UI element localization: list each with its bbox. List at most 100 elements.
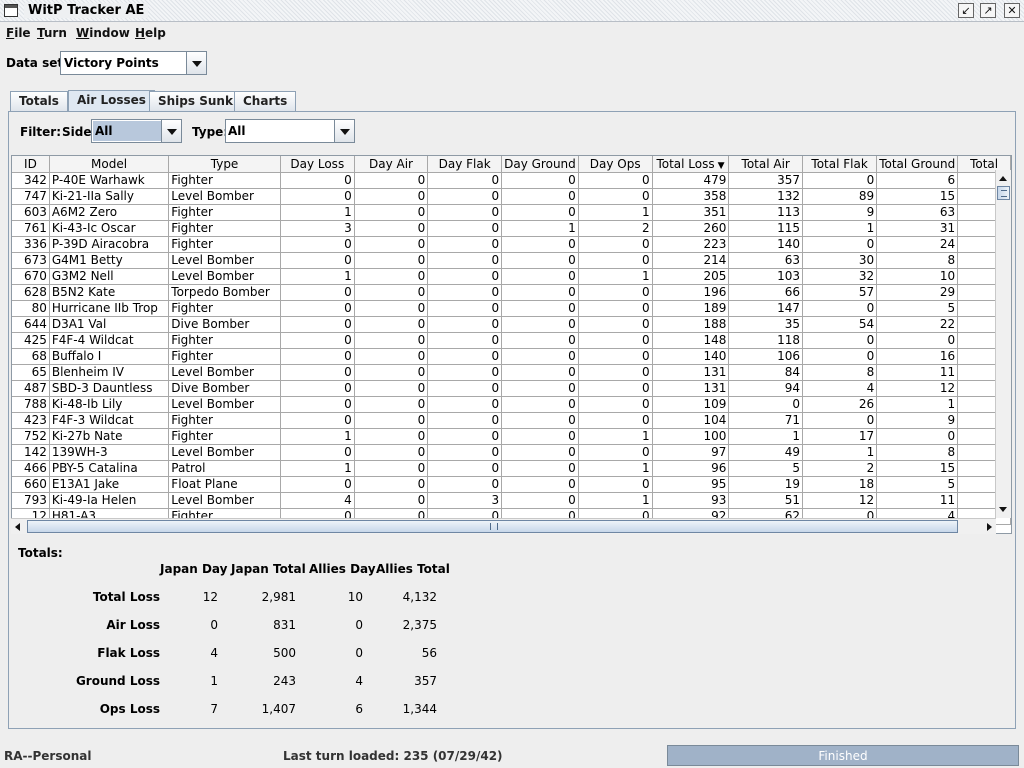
table-row[interactable]: 628 B5N2 Kate Torpedo Bomber 0 0 0 0 0 196 66 57 29: [12, 284, 1011, 301]
cell-model: F4F-3 Wildcat: [49, 412, 170, 429]
tab-totals[interactable]: Totals: [10, 91, 68, 112]
cell-day-air: 0: [354, 428, 429, 445]
cell-type: Fighter: [168, 220, 281, 237]
dataset-select[interactable]: Victory Points: [60, 51, 207, 75]
cell-day-flak: 0: [427, 316, 503, 333]
table-row[interactable]: 466 PBY-5 Catalina Patrol 1 0 0 0 1 96 5 2 15: [12, 460, 1011, 477]
table-row[interactable]: 423 F4F-3 Wildcat Fighter 0 0 0 0 0 104 71 0 9: [12, 412, 1011, 429]
tab-ships-sunk[interactable]: Ships Sunk: [149, 91, 242, 112]
horizontal-scrollbar[interactable]: [11, 518, 996, 534]
table-row[interactable]: 342 P-40E Warhawk Fighter 0 0 0 0 0 479 357 0 6: [12, 172, 1011, 189]
cell-total-ground: 15: [876, 188, 959, 205]
cell-total-flak: 17: [802, 428, 878, 445]
cell-day-flak: 0: [427, 204, 503, 221]
menu-help[interactable]: Help: [135, 26, 166, 40]
column-header-model[interactable]: Model: [49, 156, 170, 173]
scroll-up-icon[interactable]: [999, 176, 1007, 181]
cell-day-flak: 0: [427, 188, 503, 205]
table-row[interactable]: 68 Buffalo I Fighter 0 0 0 0 0 140 106 0 16: [12, 348, 1011, 365]
table-row[interactable]: 336 P-39D Airacobra Fighter 0 0 0 0 0 223 140 0 24: [12, 236, 1011, 253]
cell-total-loss: 479: [652, 172, 730, 189]
cell-day-ops: 1: [578, 460, 653, 477]
cell-id: 670: [12, 268, 50, 285]
table-row[interactable]: 673 G4M1 Betty Level Bomber 0 0 0 0 0 214 63 30 8: [12, 252, 1011, 269]
column-header-total-flak[interactable]: Total Flak: [802, 156, 878, 173]
table-row[interactable]: 425 F4F-4 Wildcat Fighter 0 0 0 0 0 148 118 0 0: [12, 332, 1011, 349]
cell-type: Level Bomber: [168, 444, 281, 461]
table-row[interactable]: 80 Hurricane IIb Trop Fighter 0 0 0 0 0 189 147 0 5: [12, 300, 1011, 317]
scroll-left-icon[interactable]: [15, 523, 20, 531]
vertical-scroll-thumb[interactable]: [997, 186, 1010, 200]
cell-type: Level Bomber: [168, 364, 281, 381]
menu-file[interactable]: File: [6, 26, 31, 40]
cell-day-ops: 0: [578, 172, 653, 189]
chevron-down-icon[interactable]: [161, 120, 181, 142]
cell-total-loss: 93: [652, 492, 730, 509]
table-row[interactable]: 670 G3M2 Nell Level Bomber 1 0 0 0 1 205 103 32 10: [12, 268, 1011, 285]
cell-total-loss: 196: [652, 284, 730, 301]
column-header-total-loss[interactable]: Total Loss ▼: [652, 156, 730, 173]
menu-turn[interactable]: Turn: [37, 26, 67, 40]
table-row[interactable]: 142 139WH-3 Level Bomber 0 0 0 0 0 97 49 1 8: [12, 444, 1011, 461]
menu-window[interactable]: Window: [76, 26, 130, 40]
table-row[interactable]: 660 E13A1 Jake Float Plane 0 0 0 0 0 95 19 18 5: [12, 476, 1011, 493]
cell-total-air: 35: [728, 316, 804, 333]
cell-total-ground: 29: [876, 284, 959, 301]
cell-model: Ki-21-IIa Sally: [49, 188, 170, 205]
cell-day-ops: 0: [578, 412, 653, 429]
totals-value: 500: [273, 646, 296, 660]
cell-day-ops: 0: [578, 332, 653, 349]
cell-day-flak: 0: [427, 396, 503, 413]
table-row[interactable]: 752 Ki-27b Nate Fighter 1 0 0 0 1 100 1 17 0: [12, 428, 1011, 445]
cell-day-flak: 0: [427, 444, 503, 461]
maximize-icon[interactable]: ↗: [980, 3, 996, 18]
cell-day-ops: 0: [578, 252, 653, 269]
column-header-day-ground[interactable]: Day Ground: [501, 156, 579, 173]
table-row[interactable]: 644 D3A1 Val Dive Bomber 0 0 0 0 0 188 35 54 22: [12, 316, 1011, 333]
table-row[interactable]: 747 Ki-21-IIa Sally Level Bomber 0 0 0 0 0 358 13…: [12, 188, 1011, 205]
cell-total-air: 49: [728, 444, 804, 461]
cell-day-air: 0: [354, 476, 429, 493]
table-row[interactable]: 603 A6M2 Zero Fighter 1 0 0 0 1 351 113 9 63: [12, 204, 1011, 221]
cell-day-flak: 0: [427, 460, 503, 477]
close-icon[interactable]: ✕: [1004, 3, 1020, 18]
chevron-down-icon[interactable]: [334, 120, 354, 142]
cell-type: Fighter: [168, 204, 281, 221]
column-header-day-air[interactable]: Day Air: [354, 156, 429, 173]
table-row[interactable]: 788 Ki-48-Ib Lily Level Bomber 0 0 0 0 0 109 0 26 1: [12, 396, 1011, 413]
app-window-icon: [4, 4, 18, 17]
column-header-total-air[interactable]: Total Air: [728, 156, 804, 173]
column-header-day-ops[interactable]: Day Ops: [578, 156, 653, 173]
table-row[interactable]: 65 Blenheim IV Level Bomber 0 0 0 0 0 131 84 8 11: [12, 364, 1011, 381]
cell-day-air: 0: [354, 220, 429, 237]
column-header-id[interactable]: ID: [12, 156, 50, 173]
cell-day-air: 0: [354, 444, 429, 461]
column-header-day-loss[interactable]: Day Loss: [280, 156, 355, 173]
horizontal-scroll-thumb[interactable]: [27, 520, 958, 533]
cell-total-air: 132: [728, 188, 804, 205]
vertical-scrollbar[interactable]: [995, 170, 1011, 518]
table-row[interactable]: 487 SBD-3 Dauntless Dive Bomber 0 0 0 0 0 131 94 4…: [12, 380, 1011, 397]
filter-label: Filter:: [20, 125, 62, 139]
table-row[interactable]: 793 Ki-49-Ia Helen Level Bomber 4 0 3 0 1 93 51 12…: [12, 492, 1011, 509]
column-header-type[interactable]: Type: [168, 156, 281, 173]
scroll-right-icon[interactable]: [987, 523, 992, 531]
cell-id: 628: [12, 284, 50, 301]
cell-day-flak: 0: [427, 300, 503, 317]
cell-day-air: 0: [354, 460, 429, 477]
cell-total-air: 113: [728, 204, 804, 221]
column-header-day-flak[interactable]: Day Flak: [427, 156, 503, 173]
cell-total-air: 106: [728, 348, 804, 365]
minimize-icon[interactable]: ↙: [958, 3, 974, 18]
table-row[interactable]: 761 Ki-43-Ic Oscar Fighter 3 0 0 1 2 260 115 1 31: [12, 220, 1011, 237]
scroll-down-icon[interactable]: [999, 507, 1007, 512]
tab-air-losses[interactable]: Air Losses: [68, 90, 155, 112]
side-select[interactable]: All: [91, 119, 182, 143]
type-select[interactable]: All: [225, 119, 355, 143]
cell-total-loss: 100: [652, 428, 730, 445]
totals-value: 1,407: [261, 702, 296, 716]
chevron-down-icon[interactable]: [186, 52, 206, 74]
tab-charts[interactable]: Charts: [234, 91, 297, 112]
column-header-total-ground[interactable]: Total Ground: [876, 156, 959, 173]
cell-day-air: 0: [354, 172, 429, 189]
